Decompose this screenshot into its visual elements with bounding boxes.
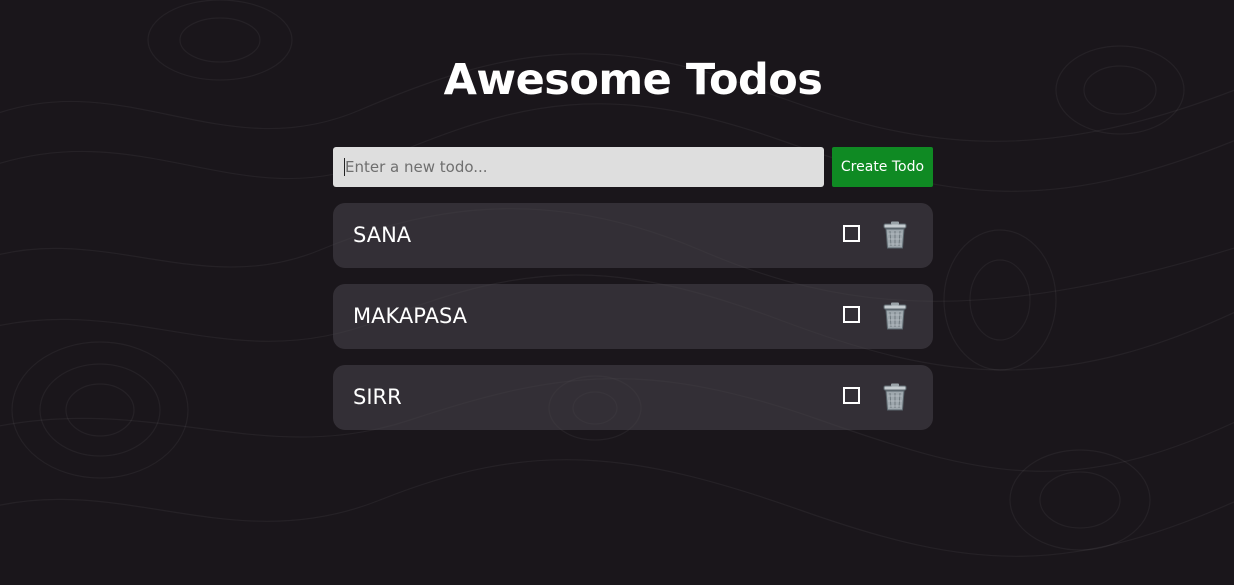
todo-item: SIRR bbox=[333, 365, 933, 430]
trash-icon[interactable] bbox=[881, 382, 909, 412]
todo-list: SANA MAKAPASA SIRR bbox=[333, 203, 933, 446]
complete-checkbox[interactable] bbox=[843, 225, 860, 242]
complete-checkbox[interactable] bbox=[843, 306, 860, 323]
todo-item: SANA bbox=[333, 203, 933, 268]
trash-icon[interactable] bbox=[881, 220, 909, 250]
todo-text: SANA bbox=[353, 223, 412, 247]
create-todo-button[interactable]: Create Todo bbox=[832, 147, 933, 187]
todo-text: MAKAPASA bbox=[353, 304, 468, 328]
complete-checkbox[interactable] bbox=[843, 387, 860, 404]
todo-text: SIRR bbox=[353, 385, 402, 409]
todo-item: MAKAPASA bbox=[333, 284, 933, 349]
new-todo-input[interactable] bbox=[333, 147, 824, 187]
todo-form: Create Todo bbox=[333, 147, 933, 187]
page-title: Awesome Todos bbox=[443, 55, 823, 105]
trash-icon[interactable] bbox=[881, 301, 909, 331]
text-cursor bbox=[344, 158, 345, 176]
